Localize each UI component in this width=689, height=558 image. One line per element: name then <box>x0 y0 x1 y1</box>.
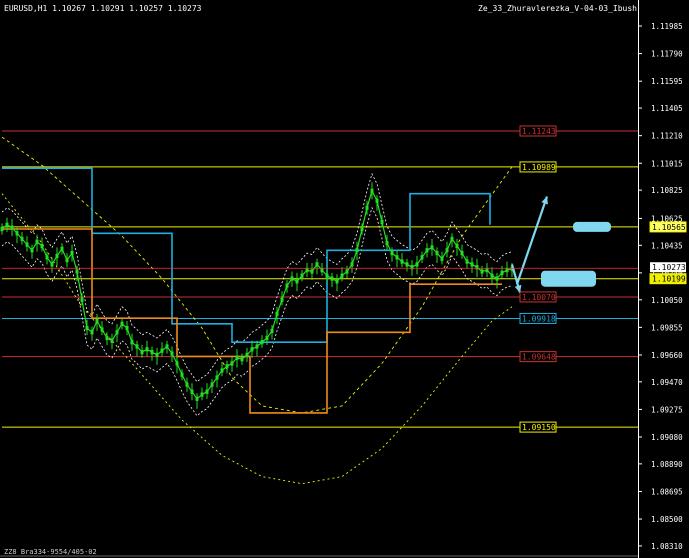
chart-canvas: 1.11985 1.11790 1.11595 1.11405 1.11210 1.110… <box>0 0 687 558</box>
y-tick-label: 1.08310 <box>651 542 683 551</box>
target-box-upper <box>573 221 611 232</box>
level-label-5: 1.09918 <box>522 314 556 323</box>
y-tick-label: 1.09470 <box>651 378 683 387</box>
y-tick-label: 1.11595 <box>651 77 683 86</box>
footer-label: ZZ8 Bra334-9554/405-02 <box>4 548 97 556</box>
y-tick-label: 1.11210 <box>651 132 683 141</box>
y-tick-label: 1.10050 <box>651 296 683 305</box>
y-tick-label: 1.09660 <box>651 351 683 360</box>
y-tick-label: 1.10825 <box>651 186 683 195</box>
y-tick-label: 1.08695 <box>651 487 683 496</box>
y-tick-label: 1.11015 <box>651 159 683 168</box>
y-tick-label: 1.09275 <box>651 405 683 414</box>
y-tick-label: 1.08500 <box>651 515 683 524</box>
arrow-0 <box>515 196 549 285</box>
level-label-7: 1.09150 <box>522 423 556 432</box>
step-line-blue <box>2 167 491 344</box>
chart: 1.11985 1.11790 1.11595 1.11405 1.11210 1.110… <box>0 0 689 558</box>
y-tick-label: 1.08890 <box>651 460 683 469</box>
level-label-6: 1.09648 <box>522 353 556 362</box>
level-label-4: 1.10070 <box>522 293 556 302</box>
current-price-label: 1.10273 <box>652 263 686 272</box>
indicator-name: Ze_33_Zhuravlerezka_V-04-03_Ibush <box>478 4 637 13</box>
y-tick-label: 1.09080 <box>651 433 683 442</box>
level-label-3: 1.10199 <box>652 275 686 284</box>
level-label-0: 1.11243 <box>522 127 556 136</box>
level-label-1: 1.10989 <box>522 163 556 172</box>
y-tick-label: 1.09855 <box>651 323 683 332</box>
level-label-2: 1.10565 <box>652 223 686 232</box>
y-tick-label: 1.11405 <box>651 104 683 113</box>
target-box-lower <box>541 270 596 287</box>
yellow-lower-curve <box>1 193 513 485</box>
y-tick-label: 1.11790 <box>651 50 683 59</box>
y-tick-label: 1.11985 <box>651 22 683 31</box>
yellow-diagonal-line <box>1 136 513 414</box>
lower-envelope <box>1 206 513 417</box>
arrow-head-0 <box>541 196 548 205</box>
y-tick-label: 1.10435 <box>651 241 683 250</box>
symbol-info: EURUSD,H1 1.10267 1.10291 1.10257 1.1027… <box>4 4 202 13</box>
